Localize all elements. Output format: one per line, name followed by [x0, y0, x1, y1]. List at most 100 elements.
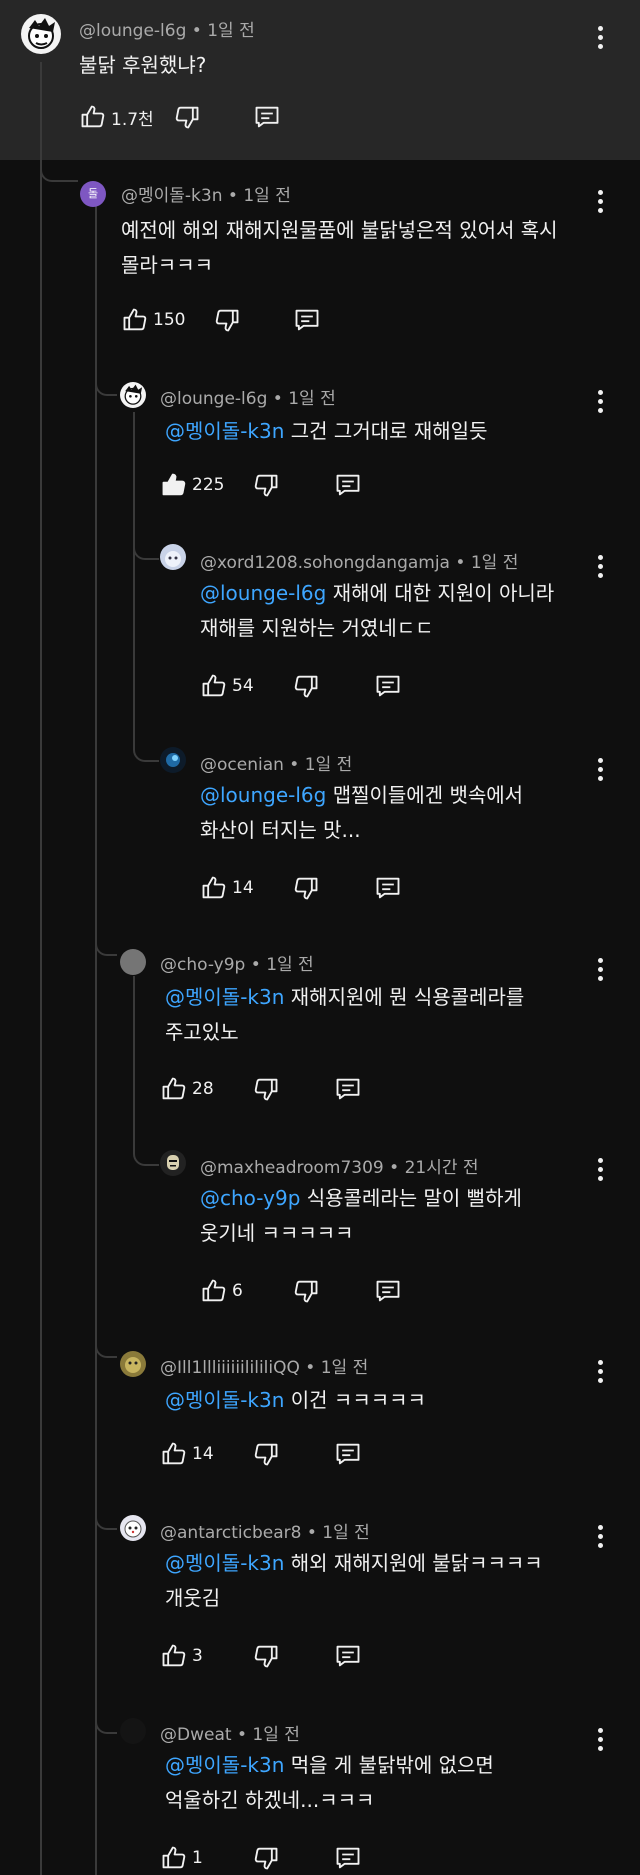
like-button[interactable]: 28 [160, 1075, 214, 1103]
more-vert-icon[interactable] [597, 1525, 603, 1552]
avatar[interactable] [21, 14, 61, 54]
thread-line-level3 [133, 412, 135, 750]
thumb-down-icon [215, 309, 239, 332]
thumb-up-icon [162, 1846, 186, 1869]
more-vert-icon[interactable] [597, 26, 603, 53]
dislike-button[interactable] [252, 1440, 280, 1468]
mention-link[interactable]: @멩이돌-k3n [165, 1388, 284, 1412]
thumb-down-icon [254, 474, 278, 497]
more-vert-icon[interactable] [597, 1360, 603, 1387]
like-count: 225 [192, 475, 225, 495]
avatar[interactable] [160, 544, 186, 570]
reply-button[interactable] [334, 1440, 362, 1468]
thumb-down-icon [294, 877, 318, 900]
author-name[interactable]: @멩이돌-k3n [121, 186, 223, 206]
dislike-button[interactable] [213, 306, 241, 334]
like-button[interactable]: 14 [200, 874, 254, 902]
dislike-button[interactable] [173, 103, 201, 131]
comment-actions: 3 [160, 1642, 380, 1672]
more-vert-icon[interactable] [597, 758, 603, 785]
dislike-button[interactable] [252, 1844, 280, 1872]
like-button[interactable]: 1.7천 [79, 103, 154, 131]
reply-button[interactable] [334, 1642, 362, 1670]
avatar[interactable] [120, 949, 146, 975]
thread-elbow [95, 1698, 117, 1734]
thumb-down-icon [254, 1847, 278, 1870]
thread-line-level3 [133, 976, 135, 1142]
reply-icon [255, 106, 279, 128]
like-button[interactable]: 1 [160, 1844, 203, 1872]
dislike-button[interactable] [252, 1075, 280, 1103]
more-vert-icon[interactable] [597, 390, 603, 417]
thread-line-level2 [95, 205, 97, 1875]
reply-button[interactable] [374, 1277, 402, 1305]
avatar[interactable] [160, 747, 186, 773]
timestamp: 1일 전 [252, 1725, 300, 1745]
like-count: 6 [232, 1281, 243, 1301]
dislike-button[interactable] [252, 1642, 280, 1670]
thumb-up-icon [202, 876, 226, 899]
author-name[interactable]: @maxheadroom7309 [200, 1158, 384, 1178]
reply-button[interactable] [334, 471, 362, 499]
mention-link[interactable]: @lounge-l6g [200, 581, 326, 605]
comment-actions: 28 [160, 1075, 380, 1105]
dislike-button[interactable] [292, 1277, 320, 1305]
comment-actions: 54 [200, 672, 420, 702]
mention-link[interactable]: @멩이돌-k3n [165, 1753, 284, 1777]
dislike-button[interactable] [292, 874, 320, 902]
comment-meta: @멩이돌-k3n • 1일 전 [121, 186, 291, 206]
thumb-up-icon [162, 1644, 186, 1667]
author-name[interactable]: @xord1208.sohongdangamja [200, 553, 450, 573]
reply-button[interactable] [374, 874, 402, 902]
dislike-button[interactable] [292, 672, 320, 700]
avatar[interactable]: 돌 [80, 181, 106, 207]
like-button[interactable]: 150 [121, 306, 185, 334]
comment-actions: 225 [160, 471, 380, 501]
timestamp: 1일 전 [322, 1523, 370, 1543]
avatar[interactable] [160, 1150, 186, 1176]
comment-body: 예전에 해외 재해지원물품에 불닭넣은적 있어서 혹시 몰라ㅋㅋㅋ [121, 218, 558, 277]
author-name[interactable]: @antarcticbear8 [160, 1523, 301, 1543]
reply-button[interactable] [253, 103, 281, 131]
like-button[interactable]: 54 [200, 672, 254, 700]
like-button[interactable]: 14 [160, 1440, 214, 1468]
more-vert-icon[interactable] [597, 555, 603, 582]
dislike-button[interactable] [252, 471, 280, 499]
avatar[interactable] [120, 382, 146, 408]
comment-text: @lounge-l6g 맵찔이들에겐 뱃속에서 화산이 터지는 맛... [200, 778, 523, 848]
comment-meta: @antarcticbear8 • 1일 전 [160, 1523, 370, 1543]
thread-elbow [95, 1322, 117, 1358]
thread-elbow [133, 730, 159, 762]
timestamp: 1일 전 [243, 186, 291, 206]
more-vert-icon[interactable] [597, 1158, 603, 1185]
like-button[interactable]: 3 [160, 1642, 203, 1670]
author-name[interactable]: @Ill1llliiiiiilililiQQ [160, 1358, 300, 1378]
like-button[interactable]: 6 [200, 1277, 243, 1305]
reply-button[interactable] [374, 672, 402, 700]
like-button[interactable]: 225 [160, 471, 224, 499]
thread-elbow [40, 160, 78, 182]
mention-link[interactable]: @멩이돌-k3n [165, 1551, 284, 1575]
avatar[interactable] [120, 1351, 146, 1377]
mention-link[interactable]: @멩이돌-k3n [165, 985, 284, 1009]
more-vert-icon[interactable] [597, 190, 603, 217]
timestamp: 1일 전 [207, 21, 255, 41]
mention-link[interactable]: @cho-y9p [200, 1186, 300, 1210]
thumb-up-icon [202, 674, 226, 697]
reply-button[interactable] [334, 1844, 362, 1872]
author-name[interactable]: @Dweat [160, 1725, 232, 1745]
author-name[interactable]: @lounge-l6g [79, 21, 186, 41]
reply-button[interactable] [293, 306, 321, 334]
reply-button[interactable] [334, 1075, 362, 1103]
comment-body: 그건 그거대로 재해일듯 [284, 419, 488, 443]
avatar[interactable] [120, 1718, 146, 1744]
author-name[interactable]: @ocenian [200, 755, 284, 775]
mention-link[interactable]: @lounge-l6g [200, 783, 326, 807]
more-vert-icon[interactable] [597, 958, 603, 985]
timestamp: 1일 전 [288, 389, 336, 409]
avatar[interactable] [120, 1515, 146, 1541]
author-name[interactable]: @lounge-l6g [160, 389, 267, 409]
more-vert-icon[interactable] [597, 1728, 603, 1755]
author-name[interactable]: @cho-y9p [160, 955, 245, 975]
mention-link[interactable]: @멩이돌-k3n [165, 419, 284, 443]
